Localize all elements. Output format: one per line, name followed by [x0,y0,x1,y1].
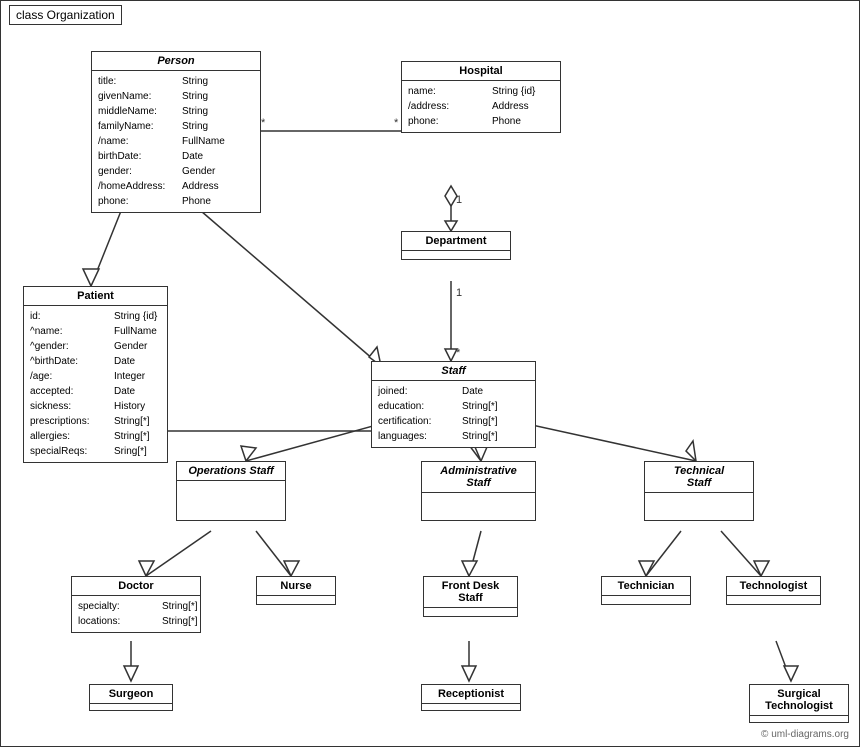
class-department: Department [401,231,511,260]
diagram-title: class Organization [9,5,122,25]
class-front-desk-staff: Front DeskStaff [423,576,518,617]
class-patient-name: Patient [24,287,167,306]
class-person-attrs: title:String givenName:String middleName… [92,71,260,212]
svg-text:1: 1 [456,194,462,206]
class-administrative-staff: AdministrativeStaff [421,461,536,521]
svg-text:*: * [394,117,399,129]
class-staff-name: Staff [372,362,535,381]
class-department-attrs [402,251,510,259]
class-patient-attrs: id:String {id} ^name:FullName ^gender:Ge… [24,306,167,462]
class-technologist-name: Technologist [727,577,820,596]
class-technician-attrs [602,596,690,604]
class-hospital-attrs: name:String {id} /address:Address phone:… [402,81,560,132]
svg-text:1: 1 [456,287,462,299]
class-staff: Staff joined:Date education:String[*] ce… [371,361,536,448]
class-operations-staff: Operations Staff [176,461,286,521]
class-surgical-technologist: SurgicalTechnologist [749,684,849,723]
class-department-name: Department [402,232,510,251]
class-technologist-attrs [727,596,820,604]
class-surgeon-attrs [90,704,172,710]
class-doctor: Doctor specialty:String[*] locations:Str… [71,576,201,633]
class-front-desk-staff-name: Front DeskStaff [424,577,517,608]
class-surgeon-name: Surgeon [90,685,172,704]
class-surgical-technologist-attrs [750,716,848,722]
class-nurse-attrs [257,596,335,604]
class-technical-staff: TechnicalStaff [644,461,754,521]
class-receptionist-name: Receptionist [422,685,520,704]
class-receptionist: Receptionist [421,684,521,711]
class-nurse: Nurse [256,576,336,605]
class-hospital-name: Hospital [402,62,560,81]
class-technician: Technician [601,576,691,605]
copyright-text: © uml-diagrams.org [761,729,849,740]
class-person-name: Person [92,52,260,71]
diagram-container: class Organization * * 1 * 1 * * * [0,0,860,747]
class-staff-attrs: joined:Date education:String[*] certific… [372,381,535,447]
class-doctor-name: Doctor [72,577,200,596]
class-operations-staff-name: Operations Staff [177,462,285,481]
class-technical-staff-attrs [645,493,753,501]
class-administrative-staff-name: AdministrativeStaff [422,462,535,493]
class-receptionist-attrs [422,704,520,710]
class-surgical-technologist-name: SurgicalTechnologist [750,685,848,716]
class-hospital: Hospital name:String {id} /address:Addre… [401,61,561,133]
class-nurse-name: Nurse [257,577,335,596]
class-doctor-attrs: specialty:String[*] locations:String[*] [72,596,200,632]
class-administrative-staff-attrs [422,493,535,501]
class-operations-staff-attrs [177,481,285,489]
class-surgeon: Surgeon [89,684,173,711]
class-front-desk-staff-attrs [424,608,517,616]
class-technician-name: Technician [602,577,690,596]
class-person: Person title:String givenName:String mid… [91,51,261,213]
class-technical-staff-name: TechnicalStaff [645,462,753,493]
svg-text:*: * [456,347,461,359]
svg-text:*: * [261,117,266,129]
class-technologist: Technologist [726,576,821,605]
class-patient: Patient id:String {id} ^name:FullName ^g… [23,286,168,463]
